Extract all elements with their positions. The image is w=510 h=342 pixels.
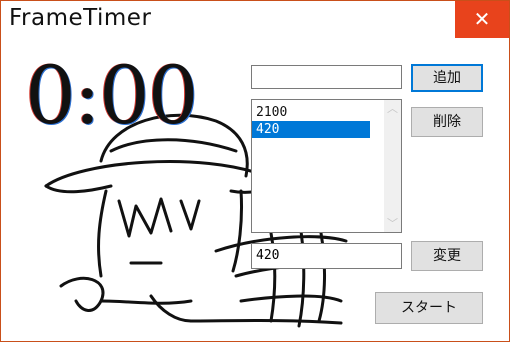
edit-value-input[interactable]: 420: [251, 243, 402, 269]
add-button[interactable]: 追加: [411, 64, 483, 92]
timer-list[interactable]: 2100 420 ︿ ﹀: [251, 99, 402, 233]
change-button[interactable]: 変更: [411, 241, 483, 271]
scroll-down-icon[interactable]: ﹀: [384, 215, 401, 232]
app-window: FrameTimer ✕ 0:00 追加 2100 420 ︿ ﹀ 削除 420…: [0, 0, 510, 342]
list-item-420[interactable]: 420: [252, 121, 370, 138]
scroll-up-icon[interactable]: ︿: [384, 100, 401, 117]
duration-input[interactable]: [251, 65, 402, 89]
list-scrollbar[interactable]: ︿ ﹀: [384, 100, 401, 232]
start-button[interactable]: スタート: [375, 292, 483, 324]
timer-display: 0:00: [25, 49, 199, 142]
delete-button[interactable]: 削除: [411, 107, 483, 137]
list-item-2100[interactable]: 2100: [252, 104, 370, 121]
